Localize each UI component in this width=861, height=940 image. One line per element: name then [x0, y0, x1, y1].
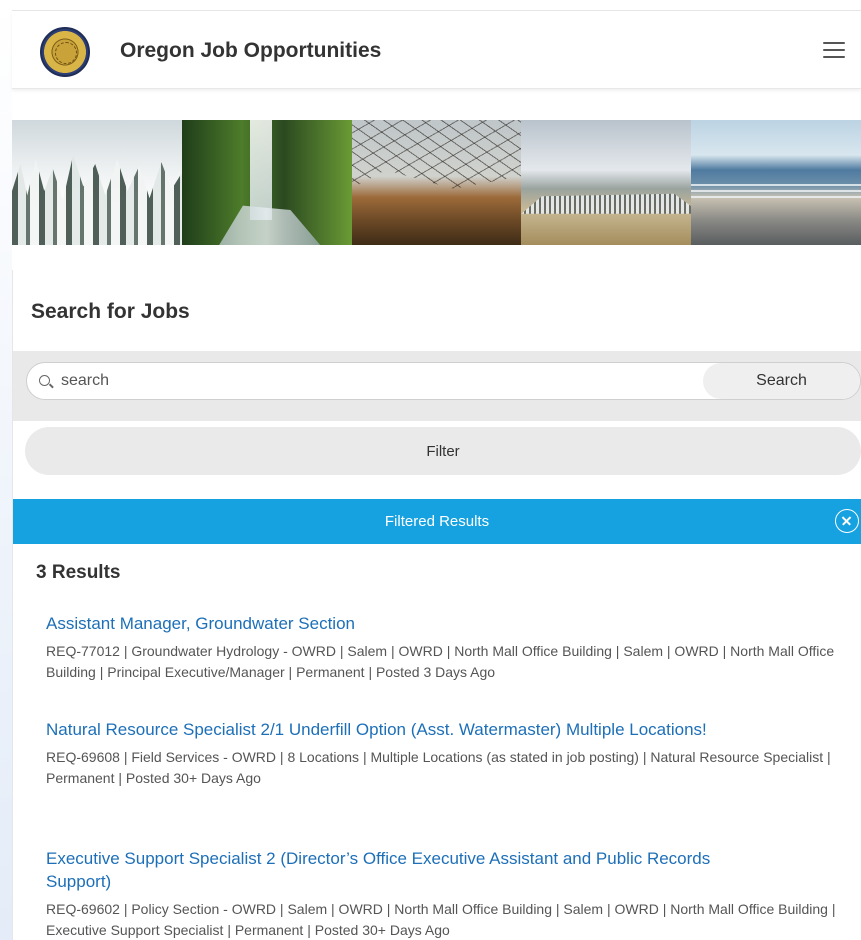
filtered-results-bar: Filtered Results: [13, 499, 861, 544]
results-count: 3 Results: [36, 562, 121, 583]
job-result: Executive Support Specialist 2 (Director…: [46, 847, 836, 940]
left-rail: [0, 0, 12, 940]
search-title: Search for Jobs: [31, 300, 190, 323]
banner-image-high-desert-butte: [521, 120, 692, 245]
search-button[interactable]: Search: [703, 363, 860, 399]
job-title-link[interactable]: Assistant Manager, Groundwater Section: [46, 612, 746, 635]
banner-image-snowy-forest: [12, 120, 182, 245]
hamburger-menu-icon[interactable]: [823, 42, 845, 60]
oregon-state-seal-icon[interactable]: [40, 27, 90, 77]
search-input[interactable]: [61, 363, 681, 399]
job-result: Natural Resource Specialist 2/1 Underfil…: [46, 718, 836, 789]
filtered-results-label: Filtered Results: [384, 513, 490, 530]
job-title-link[interactable]: Executive Support Specialist 2 (Director…: [46, 847, 746, 893]
search-icon: [39, 375, 50, 386]
banner-image-coastal-beach: [691, 120, 861, 245]
landscape-banner: [12, 120, 861, 245]
banner-image-waterfall: [181, 120, 352, 245]
job-meta: REQ-77012 | Groundwater Hydrology - OWRD…: [46, 643, 835, 680]
banner-image-oak-savanna: [351, 120, 522, 245]
job-meta: REQ-69602 | Policy Section - OWRD | Sale…: [46, 901, 836, 938]
filter-button[interactable]: Filter: [25, 427, 861, 475]
site-header: Oregon Job Opportunities: [12, 11, 861, 89]
job-result: Assistant Manager, Groundwater Section R…: [46, 612, 836, 683]
job-title-link[interactable]: Natural Resource Specialist 2/1 Underfil…: [46, 718, 746, 741]
search-panel: Search: [13, 351, 861, 421]
app-title: Oregon Job Opportunities: [120, 39, 382, 62]
job-meta: REQ-69608 | Field Services - OWRD | 8 Lo…: [46, 749, 831, 786]
search-box: Search: [26, 362, 861, 400]
close-circle-icon[interactable]: [835, 509, 859, 533]
